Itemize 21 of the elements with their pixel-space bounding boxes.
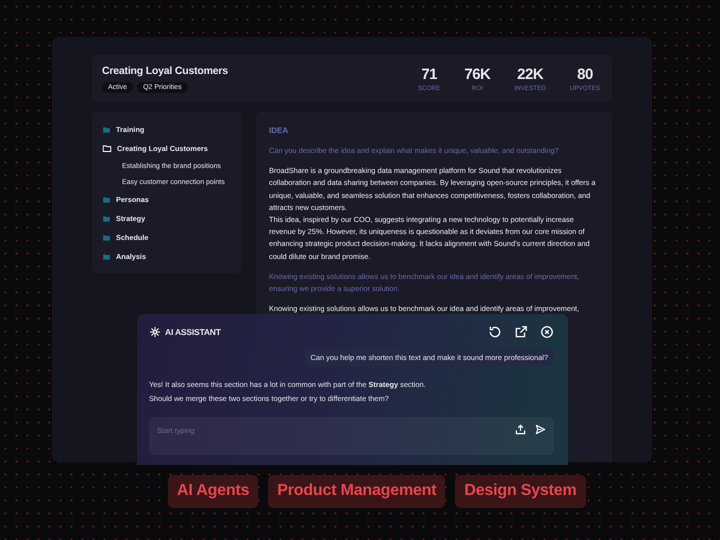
- stat-value: 22K: [517, 66, 544, 82]
- open-external-button[interactable]: [514, 325, 528, 339]
- topic-tag: Design System: [455, 475, 586, 508]
- refresh-icon: [488, 325, 502, 339]
- send-button[interactable]: [535, 424, 546, 435]
- stat-value: 71: [421, 66, 438, 82]
- section-heading: IDEA: [269, 126, 290, 135]
- stat-value: 80: [577, 66, 593, 82]
- stat-value: 76K: [464, 66, 490, 82]
- assistant-title: AI ASSISTANT: [165, 327, 221, 337]
- topic-tag: AI Agents: [168, 475, 258, 508]
- upload-button[interactable]: [515, 424, 526, 435]
- close-button[interactable]: [540, 325, 554, 339]
- upload-icon: [515, 424, 526, 435]
- external-link-icon: [514, 325, 528, 339]
- topic-tag: Product Management: [268, 475, 446, 508]
- close-icon: [540, 325, 554, 339]
- page-title: Creating Loyal Customers: [102, 64, 228, 76]
- send-icon: [535, 424, 546, 435]
- asterisk-icon: [149, 326, 161, 338]
- refresh-button[interactable]: [488, 325, 502, 339]
